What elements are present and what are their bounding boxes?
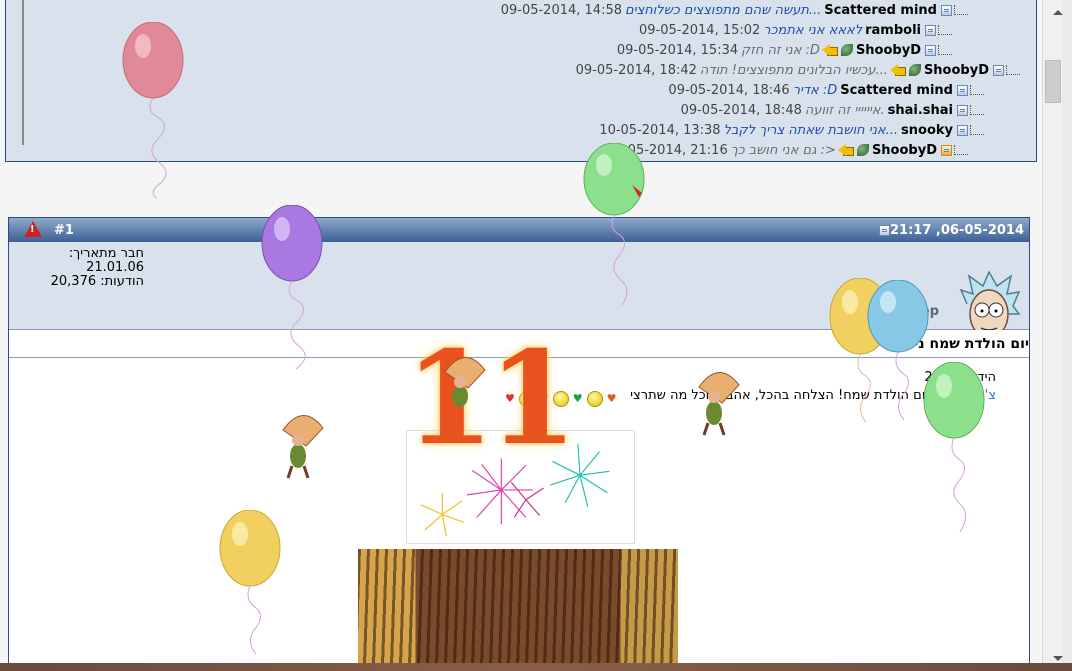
gnome-parachute-left [282, 415, 324, 479]
thread-author[interactable]: Scattered mind [824, 3, 937, 18]
tree-connector [938, 45, 952, 55]
post-date-text: 06-05-2014, 21:17 [889, 223, 1024, 238]
thread-title-link[interactable]: גם אני חושב כך :> [731, 143, 836, 158]
arrow-icon [837, 143, 854, 157]
thread-author[interactable]: ShoobyD [924, 63, 989, 78]
thread-title-link[interactable]: אדיר :D [793, 83, 838, 98]
leaf-icon [840, 44, 853, 56]
balloon-purple[interactable] [258, 205, 338, 385]
gnome-parachute-center [444, 357, 486, 407]
user-stats: חבר מתאריך: 21.01.06 הודעות: 20,376 [9, 247, 144, 289]
post-date: 06-05-2014, 21:17 [875, 223, 1024, 238]
arrow-icon [821, 43, 838, 57]
report-icon[interactable] [24, 221, 42, 237]
thread-row[interactable]: Scattered mind תעשה שהם מתפוצצים כשלוחצים… [499, 0, 968, 20]
post-node-icon [941, 4, 952, 16]
scroll-thumb[interactable] [1045, 60, 1061, 103]
thread-row[interactable]: ShoobyD אני זה חזק :D 09-05-2014, 15:34 [615, 40, 952, 60]
thread-date: 09-05-2014, 15:34 [616, 42, 739, 58]
tree-bark-image [358, 549, 678, 671]
thread-author[interactable]: ramboli [865, 23, 921, 38]
bottom-edge [0, 663, 1072, 671]
balloon-green-top[interactable] [580, 143, 660, 323]
window-edge [1062, 0, 1072, 671]
thread-row[interactable]: snooky אני חושבת שאתה צריך לקבל... 10-05-2… [597, 120, 984, 140]
balloon-yellow-left[interactable] [216, 510, 296, 671]
thread-author[interactable]: ShoobyD [856, 43, 921, 58]
thread-author[interactable]: Scattered mind [840, 83, 953, 98]
tree-connector [938, 25, 952, 35]
thread-date: 09-05-2014, 14:58 [500, 2, 622, 18]
thread-title-link[interactable]: איייייי זה זוועה. [805, 103, 885, 118]
tree-connector [954, 145, 968, 155]
post-count: הודעות: 20,376 [50, 274, 144, 289]
thread-title-link[interactable]: תעשה שהם מתפוצצים כשלוחצים... [625, 3, 821, 18]
heart-icon: ♥ [572, 392, 583, 405]
thread-date: 09-05-2014, 18:48 [680, 102, 802, 118]
smiley-icon [586, 391, 603, 407]
heart-icon: ♥ [606, 392, 617, 405]
leaf-icon [908, 64, 921, 76]
balloon-pink[interactable] [115, 22, 195, 202]
thread-row[interactable]: shai.shai איייייי זה זוועה. 09-05-2014, 18… [679, 100, 984, 120]
gnome-parachute-right [698, 372, 740, 436]
thread-title-link[interactable]: אני זה חזק :D [741, 43, 820, 58]
thread-date: 10-05-2014, 13:38 [599, 122, 721, 138]
arrow-icon [889, 63, 906, 77]
vertical-scrollbar[interactable] [1042, 0, 1063, 671]
thread-row[interactable]: ramboli לאאא אני אתמכר 09-05-2014, 15:02 [637, 20, 952, 40]
post-node-icon [925, 24, 936, 36]
tree-connector [970, 105, 984, 115]
post-header: #1 06-05-2014, 21:17 [9, 218, 1029, 242]
post-node-icon [993, 64, 1004, 76]
thread-title-link[interactable]: לאאא אני אתמכר [763, 23, 862, 38]
thread-author[interactable]: ShoobyD [872, 143, 937, 158]
tree-connector [1006, 65, 1020, 75]
thread-author[interactable]: snooky [901, 123, 953, 138]
thread-author[interactable]: shai.shai [888, 103, 953, 118]
thread-date: 09-05-2014, 18:42 [575, 62, 697, 78]
post-number-link[interactable]: #1 [54, 223, 74, 238]
post-node-icon [957, 104, 968, 116]
post-node-icon [941, 144, 952, 156]
thread-date: 09-05-2014, 18:46 [668, 82, 790, 98]
post-icon [878, 225, 890, 236]
tree-connector [970, 85, 984, 95]
post-node-icon [957, 84, 968, 96]
thread-row[interactable]: ShoobyD עכשיו הבלונים מתפוצצים! תודה... 09… [574, 60, 1020, 80]
balloon-green-right[interactable] [922, 362, 992, 542]
tree-connector [954, 5, 968, 15]
panel-left-rule [22, 0, 24, 145]
scroll-up-button[interactable] [1043, 0, 1063, 26]
thread-title-link[interactable]: עכשיו הבלונים מתפוצצים! תודה... [700, 63, 888, 78]
post-node-icon [957, 124, 968, 136]
tree-connector [970, 125, 984, 135]
thread-title-link[interactable]: אני חושבת שאתה צריך לקבל... [724, 123, 898, 138]
thread-row[interactable]: Scattered mind אדיר :D 09-05-2014, 18:46 [666, 80, 984, 100]
thread-date: 09-05-2014, 15:02 [639, 22, 761, 38]
post-node-icon [925, 44, 936, 56]
join-date: חבר מתאריך: 21.01.06 [68, 246, 144, 275]
leaf-icon [856, 144, 869, 156]
